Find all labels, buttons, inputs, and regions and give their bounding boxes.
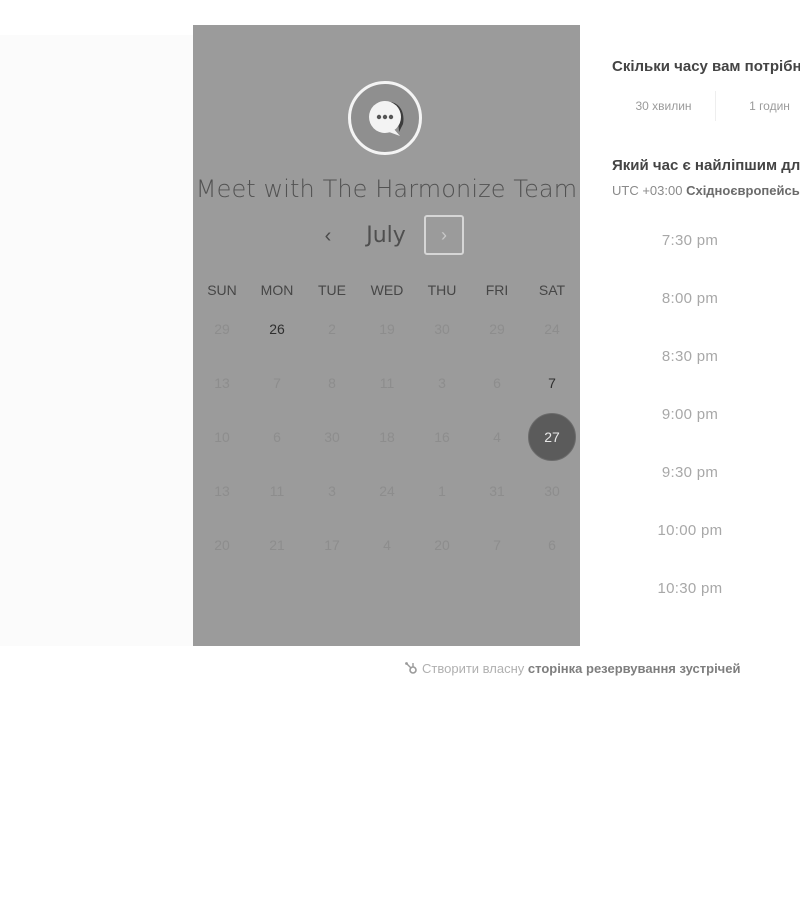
calendar-day: 20 xyxy=(214,537,230,553)
weekday-label: FRI xyxy=(485,282,509,298)
calendar-day-available[interactable]: 26 xyxy=(253,305,301,353)
calendar-day: 7 xyxy=(493,537,501,553)
calendar-day: 3 xyxy=(328,483,336,499)
calendar-day: 16 xyxy=(434,429,450,445)
calendar-day: 24 xyxy=(379,483,395,499)
calendar-day: 8 xyxy=(328,375,336,391)
calendar-day: 3 xyxy=(438,375,446,391)
footer-link[interactable]: сторінка резервування зустрічей xyxy=(528,661,741,676)
weekday-header: SUN MON TUE WED THU FRI SAT xyxy=(195,282,580,302)
time-slot-button[interactable]: 9:30 pm xyxy=(615,453,765,493)
calendar-day: 4 xyxy=(493,429,501,445)
time-slot-button[interactable]: 10:00 pm xyxy=(615,511,765,551)
calendar-day: 6 xyxy=(493,375,501,391)
calendar-day: 11 xyxy=(269,483,285,499)
weekday-label: SAT xyxy=(538,282,566,298)
calendar-day: 13 xyxy=(214,375,230,391)
chevron-right-icon: › xyxy=(441,224,447,245)
timezone-name: Східноєвропейський час xyxy=(686,183,800,198)
company-logo xyxy=(348,81,422,155)
calendar-day: 24 xyxy=(544,321,560,337)
calendar-day: 29 xyxy=(214,321,230,337)
duration-options: 30 хвилин 1 годин xyxy=(612,91,800,121)
calendar-day: 6 xyxy=(548,537,556,553)
calendar-day: 30 xyxy=(434,321,450,337)
duration-question: Скільки часу вам потрібно? xyxy=(612,58,800,75)
chat-bubble-icon xyxy=(369,101,404,136)
weekday-label: MON xyxy=(260,282,294,298)
time-slot-button[interactable]: 8:30 pm xyxy=(615,337,765,377)
time-slot-button[interactable]: 8:00 pm xyxy=(615,279,765,319)
time-slot-button[interactable]: 10:30 pm xyxy=(615,569,765,609)
previous-month-button[interactable]: ‹ xyxy=(311,219,345,253)
calendar-day: 30 xyxy=(544,483,560,499)
duration-option-1hour[interactable]: 1 годин xyxy=(718,91,800,121)
weekday-label: TUE xyxy=(318,282,346,298)
calendar-day: 10 xyxy=(214,429,230,445)
timezone-selector[interactable]: UTC +03:00 Східноєвропейський час xyxy=(612,183,800,198)
calendar-day: 29 xyxy=(489,321,505,337)
weekday-label: WED xyxy=(370,282,404,298)
weekday-label: SUN xyxy=(207,282,237,298)
time-slot-button[interactable]: 9:00 pm xyxy=(615,395,765,435)
calendar-day: 1 xyxy=(438,483,446,499)
left-pane xyxy=(0,35,193,646)
calendar-day: 4 xyxy=(383,537,391,553)
footer-text: Створити власну xyxy=(422,661,525,676)
footer: Створити власну сторінка резервування зу… xyxy=(404,661,740,676)
calendar-day: 11 xyxy=(379,375,395,391)
calendar-day: 31 xyxy=(489,483,505,499)
weekday-label: THU xyxy=(427,282,457,298)
meeting-title: Meet with The Harmonize Team xyxy=(195,175,578,203)
calendar-day: 17 xyxy=(324,537,340,553)
calendar-day-available[interactable]: 7 xyxy=(528,359,576,407)
time-question: Який час є найліпшим для вас? xyxy=(612,157,800,174)
timezone-offset: UTC +03:00 xyxy=(612,183,683,198)
calendar-day: 2 xyxy=(328,321,336,337)
calendar-panel: Meet with The Harmonize Team ‹ July › SU… xyxy=(193,25,580,646)
booking-pane: Скільки часу вам потрібно? 30 хвилин 1 го… xyxy=(580,25,800,646)
duration-option-30min[interactable]: 30 хвилин xyxy=(612,91,716,121)
calendar-day: 6 xyxy=(273,429,281,445)
calendar-day: 20 xyxy=(434,537,450,553)
hubspot-sprocket-icon xyxy=(405,662,417,674)
calendar-day: 21 xyxy=(269,537,285,553)
month-label: July xyxy=(366,223,406,248)
month-navigation: ‹ July › xyxy=(193,215,580,257)
calendar-day: 7 xyxy=(273,375,281,391)
calendar-day: 30 xyxy=(324,429,340,445)
next-month-button[interactable]: › xyxy=(424,215,464,255)
chevron-left-icon: ‹ xyxy=(324,224,332,247)
calendar-day: 13 xyxy=(214,483,230,499)
calendar-day-selected[interactable]: 27 xyxy=(528,413,576,461)
calendar-day: 19 xyxy=(379,321,395,337)
time-slot-button[interactable]: 7:30 pm xyxy=(615,221,765,261)
calendar-day: 18 xyxy=(379,429,395,445)
